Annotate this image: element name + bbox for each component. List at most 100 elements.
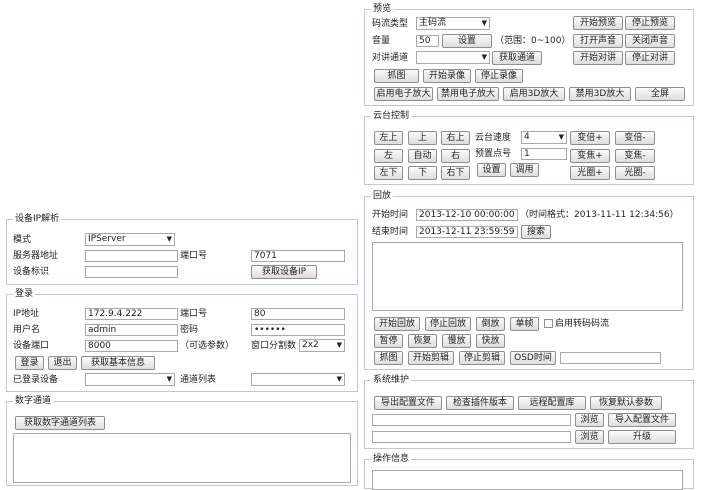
preset-input[interactable]: 1 (521, 148, 567, 160)
enable-ezoom-button[interactable]: 启用电子放大 (374, 87, 433, 101)
open-sound-button[interactable]: 打开声音 (573, 34, 623, 48)
login-button[interactable]: 登录 (15, 356, 44, 370)
playback-panel: 回放 开始时间 2013-12-10 00:00:00 （时间格式：2013-1… (364, 190, 694, 370)
ptz-right-button[interactable]: 右 (441, 149, 470, 163)
end-time-label: 结束时间 (372, 227, 409, 237)
chevron-down-icon: ▼ (166, 375, 172, 383)
start-record-button[interactable]: 开始录像 (423, 69, 471, 83)
device-port-label: 设备端口 (13, 341, 50, 351)
ptz-down-left-button[interactable]: 左下 (374, 166, 403, 180)
playback-capture-button[interactable]: 抓图 (374, 351, 403, 365)
upgrade-button[interactable]: 升级 (608, 430, 676, 444)
ptz-down-button[interactable]: 下 (408, 166, 437, 180)
import-config-button[interactable]: 导入配置文件 (608, 413, 676, 427)
server-address-input[interactable] (85, 250, 178, 262)
ip-port-input[interactable]: 7071 (251, 250, 345, 262)
upgrade-file-path[interactable] (372, 431, 571, 443)
ptz-up-right-button[interactable]: 右上 (441, 131, 470, 145)
ptz-auto-button[interactable]: 自动 (408, 149, 437, 163)
mode-select[interactable]: IPServer ▼ (85, 233, 175, 246)
ip-address-input[interactable]: 172.9.4.222 (85, 308, 178, 320)
slow-play-button[interactable]: 慢放 (442, 334, 471, 348)
stop-record-button[interactable]: 停止录像 (475, 69, 523, 83)
login-port-label: 端口号 (180, 309, 208, 319)
preset-call-button[interactable]: 调用 (510, 163, 539, 177)
record-list[interactable] (372, 242, 683, 311)
restore-default-button[interactable]: 恢复默认参数 (590, 396, 662, 410)
login-legend: 登录 (13, 288, 36, 300)
iris-out-button[interactable]: 光圈- (615, 166, 655, 180)
start-time-input[interactable]: 2013-12-10 00:00:00 (416, 209, 518, 221)
mode-value: IPServer (88, 234, 126, 244)
reverse-play-button[interactable]: 倒放 (476, 317, 505, 331)
end-time-input[interactable]: 2013-12-11 23:59:59 (416, 226, 518, 238)
ip-port-label: 端口号 (180, 251, 208, 261)
disable-ezoom-button[interactable]: 禁用电子放大 (437, 87, 499, 101)
stop-clip-button[interactable]: 停止剪辑 (459, 351, 505, 365)
maintenance-panel: 系统维护 导出配置文件 检查插件版本 远程配置库 恢复默认参数 浏览 导入配置文… (364, 374, 694, 449)
get-basic-info-button[interactable]: 获取基本信息 (81, 356, 155, 370)
ptz-left-button[interactable]: 左 (374, 149, 403, 163)
logged-devices-select[interactable]: ▼ (85, 373, 175, 386)
focus-in-button[interactable]: 变焦+ (570, 149, 610, 163)
stop-preview-button[interactable]: 停止预览 (625, 16, 675, 30)
ptz-up-left-button[interactable]: 左上 (374, 131, 403, 145)
browse-import-button[interactable]: 浏览 (575, 413, 604, 427)
window-split-select[interactable]: 2x2 ▼ (299, 339, 345, 352)
search-button[interactable]: 搜索 (521, 225, 551, 239)
single-frame-button[interactable]: 单帧 (510, 317, 539, 331)
chevron-down-icon: ▼ (481, 19, 487, 27)
import-file-path[interactable] (372, 414, 571, 426)
stream-type-select[interactable]: 主码流 ▼ (416, 17, 490, 30)
digital-channel-panel: 数字通道 获取数字通道列表 (6, 395, 358, 486)
talk-channel-select[interactable]: ▼ (416, 51, 490, 64)
talk-channel-label: 对讲通道 (372, 53, 409, 63)
operation-log[interactable] (372, 470, 683, 490)
disable-3d-zoom-button[interactable]: 禁用3D放大 (569, 87, 631, 101)
device-port-input[interactable]: 8000 (85, 340, 178, 352)
capture-button[interactable]: 抓图 (374, 69, 419, 83)
iris-in-button[interactable]: 光圈+ (570, 166, 610, 180)
zoom-out-button[interactable]: 变倍- (615, 131, 655, 145)
stop-talk-button[interactable]: 停止对讲 (625, 51, 675, 65)
zoom-in-button[interactable]: 变倍+ (570, 131, 610, 145)
start-playback-button[interactable]: 开始回放 (374, 317, 420, 331)
resume-button[interactable]: 恢复 (408, 334, 437, 348)
start-preview-button[interactable]: 开始预览 (573, 16, 623, 30)
get-digital-channel-list-button[interactable]: 获取数字通道列表 (15, 416, 105, 430)
focus-out-button[interactable]: 变焦- (615, 149, 655, 163)
stop-playback-button[interactable]: 停止回放 (425, 317, 471, 331)
username-input[interactable]: admin (85, 324, 178, 336)
logout-button[interactable]: 退出 (48, 356, 77, 370)
browse-upgrade-button[interactable]: 浏览 (575, 430, 604, 444)
chevron-down-icon: ▼ (481, 53, 487, 61)
login-port-input[interactable]: 80 (251, 308, 345, 320)
device-id-input[interactable] (85, 266, 178, 278)
pause-button[interactable]: 暂停 (374, 334, 403, 348)
fast-play-button[interactable]: 快放 (476, 334, 505, 348)
ptz-down-right-button[interactable]: 右下 (441, 166, 470, 180)
start-clip-button[interactable]: 开始剪辑 (408, 351, 454, 365)
start-talk-button[interactable]: 开始对讲 (573, 51, 623, 65)
export-config-button[interactable]: 导出配置文件 (374, 396, 442, 410)
check-plugin-button[interactable]: 检查插件版本 (446, 396, 514, 410)
window-split-label: 窗口分割数 (251, 341, 297, 351)
digital-channel-list[interactable] (13, 433, 351, 483)
preset-set-button[interactable]: 设置 (477, 163, 506, 177)
get-device-ip-button[interactable]: 获取设备IP (251, 265, 317, 279)
channel-list-select[interactable]: ▼ (251, 373, 345, 386)
fullscreen-button[interactable]: 全屏 (635, 87, 685, 101)
osd-time-input[interactable] (560, 352, 661, 364)
enable-3d-zoom-button[interactable]: 启用3D放大 (503, 87, 565, 101)
ptz-speed-select[interactable]: 4 ▼ (521, 131, 567, 144)
get-channel-button[interactable]: 获取通道 (492, 51, 542, 65)
ptz-up-button[interactable]: 上 (408, 131, 437, 145)
close-sound-button[interactable]: 关闭声音 (625, 34, 675, 48)
osd-time-button[interactable]: OSD时间 (510, 351, 556, 365)
volume-input[interactable]: 50 (416, 35, 439, 47)
transcode-checkbox[interactable] (544, 319, 553, 328)
remote-config-button[interactable]: 远程配置库 (518, 396, 586, 410)
volume-set-button[interactable]: 设置 (442, 34, 492, 48)
password-input[interactable]: •••••• (251, 324, 345, 336)
ptz-legend: 云台控制 (371, 110, 412, 122)
